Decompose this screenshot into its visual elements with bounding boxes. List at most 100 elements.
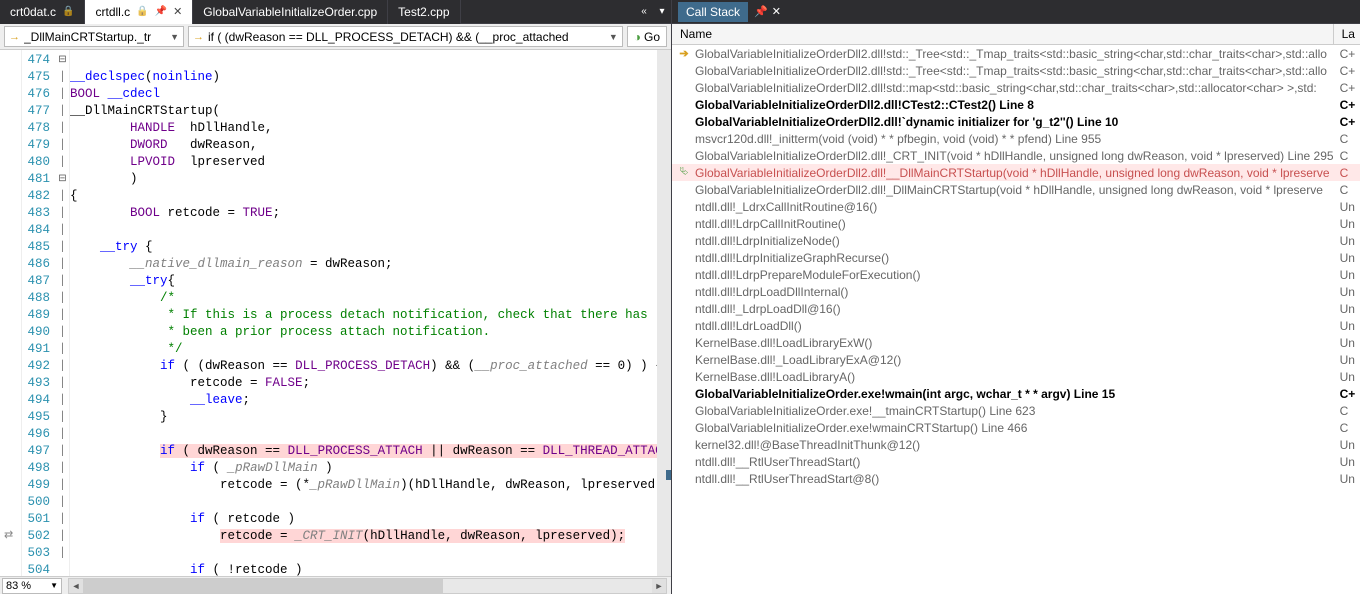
callstack-row[interactable]: ntdll.dll!LdrpInitializeNode()Un bbox=[672, 232, 1360, 249]
frame-name: GlobalVariableInitializeOrder.exe!wmainC… bbox=[693, 421, 1334, 435]
frame-name: ntdll.dll!_LdrpLoadDll@16() bbox=[693, 302, 1334, 316]
frame-name: GlobalVariableInitializeOrderDll2.dll!st… bbox=[693, 64, 1334, 78]
frame-lang: C+ bbox=[1334, 81, 1360, 95]
callstack-row[interactable]: GlobalVariableInitializeOrderDll2.dll!_C… bbox=[672, 147, 1360, 164]
delta-icon: ⇄ bbox=[4, 528, 13, 541]
frame-icon: ➔ bbox=[675, 47, 693, 60]
editor-area[interactable]: ⇄ 474 475 476 477 478 479 480 481 482 48… bbox=[0, 50, 671, 576]
col-lang[interactable]: La bbox=[1334, 24, 1360, 44]
callstack-row[interactable]: ntdll.dll!LdrpLoadDllInternal()Un bbox=[672, 283, 1360, 300]
frame-lang: C+ bbox=[1334, 98, 1360, 112]
tab-label: GlobalVariableInitializeOrder.cpp bbox=[203, 5, 377, 19]
frame-lang: C+ bbox=[1334, 387, 1360, 401]
callstack-row[interactable]: GlobalVariableInitializeOrderDll2.dll!_D… bbox=[672, 181, 1360, 198]
callstack-row[interactable]: GlobalVariableInitializeOrderDll2.dll!st… bbox=[672, 62, 1360, 79]
frame-name: msvcr120d.dll!_initterm(void (void) * * … bbox=[693, 132, 1334, 146]
tab-test2[interactable]: Test2.cpp bbox=[388, 0, 460, 24]
tab-label: Test2.cpp bbox=[398, 5, 449, 19]
callstack-row[interactable]: msvcr120d.dll!_initterm(void (void) * * … bbox=[672, 130, 1360, 147]
scroll-left-icon[interactable]: ◄ bbox=[69, 579, 83, 593]
frame-lang: C bbox=[1334, 149, 1360, 163]
callstack-row[interactable]: GlobalVariableInitializeOrderDll2.dll!st… bbox=[672, 79, 1360, 96]
tab-crtdll[interactable]: crtdll.c🔒📌✕ bbox=[85, 0, 193, 24]
scroll-thumb[interactable] bbox=[83, 579, 443, 593]
zoom-value: 83 % bbox=[6, 580, 31, 592]
col-name[interactable]: Name bbox=[672, 24, 1334, 44]
callstack-row[interactable]: ntdll.dll!LdrpCallInitRoutine()Un bbox=[672, 215, 1360, 232]
chevron-down-icon: ▼ bbox=[609, 32, 618, 42]
callstack-row[interactable]: ⮱GlobalVariableInitializeOrderDll2.dll!_… bbox=[672, 164, 1360, 181]
callstack-row[interactable]: GlobalVariableInitializeOrder.exe!wmain(… bbox=[672, 385, 1360, 402]
close-icon[interactable]: ✕ bbox=[173, 5, 182, 18]
line-numbers: 474 475 476 477 478 479 480 481 482 483 … bbox=[22, 50, 56, 576]
editor-status-bar: 83 %▼ ◄► bbox=[0, 576, 671, 594]
zoom-dropdown[interactable]: 83 % ▼ bbox=[2, 578, 62, 594]
frame-lang: Un bbox=[1334, 234, 1360, 248]
pin-icon[interactable]: 📌 bbox=[754, 5, 768, 18]
go-button[interactable]: ◑Go bbox=[627, 26, 667, 47]
callstack-row[interactable]: KernelBase.dll!LoadLibraryExW()Un bbox=[672, 334, 1360, 351]
tab-globalvar[interactable]: GlobalVariableInitializeOrder.cpp bbox=[193, 0, 388, 24]
tab-menu-icon[interactable]: ▾ bbox=[653, 6, 671, 17]
callstack-row[interactable]: ntdll.dll!_LdrpLoadDll@16()Un bbox=[672, 300, 1360, 317]
frame-name: KernelBase.dll!_LoadLibraryExA@12() bbox=[693, 353, 1334, 367]
frame-lang: Un bbox=[1334, 370, 1360, 384]
frame-lang: C bbox=[1334, 183, 1360, 197]
frame-lang: Un bbox=[1334, 336, 1360, 350]
frame-lang: Un bbox=[1334, 285, 1360, 299]
frame-name: ntdll.dll!LdrpInitializeGraphRecurse() bbox=[693, 251, 1334, 265]
callstack-row[interactable]: kernel32.dll!@BaseThreadInitThunk@12()Un bbox=[672, 436, 1360, 453]
nav-fn-text: if ( (dwReason == DLL_PROCESS_DETACH) &&… bbox=[208, 30, 605, 44]
tab-crt0dat[interactable]: crt0dat.c🔒 bbox=[0, 0, 85, 24]
callstack-row[interactable]: ntdll.dll!LdrLoadDll()Un bbox=[672, 317, 1360, 334]
callstack-row[interactable]: ➔GlobalVariableInitializeOrderDll2.dll!s… bbox=[672, 45, 1360, 62]
frame-name: GlobalVariableInitializeOrderDll2.dll!st… bbox=[693, 81, 1334, 95]
callstack-pane: Call Stack 📌 ✕ ▾ Name La ➔GlobalVariable… bbox=[672, 0, 1360, 594]
frame-lang: Un bbox=[1334, 472, 1360, 486]
frame-lang: Un bbox=[1334, 200, 1360, 214]
frame-name: KernelBase.dll!LoadLibraryA() bbox=[693, 370, 1334, 384]
callstack-row[interactable]: ntdll.dll!__RtlUserThreadStart@8()Un bbox=[672, 470, 1360, 487]
frame-lang: C+ bbox=[1334, 115, 1360, 129]
callstack-row[interactable]: ntdll.dll!__RtlUserThreadStart()Un bbox=[672, 453, 1360, 470]
frame-name: ntdll.dll!__RtlUserThreadStart@8() bbox=[693, 472, 1334, 486]
nav-bar: →_DllMainCRTStartup._tr▼ → if ( (dwReason… bbox=[0, 24, 671, 50]
lock-icon: 🔒 bbox=[136, 6, 148, 17]
go-icon: ◑ bbox=[634, 30, 641, 44]
scroll-right-icon[interactable]: ► bbox=[652, 579, 666, 593]
overview-ruler[interactable] bbox=[657, 50, 671, 576]
chevron-down-icon: ▼ bbox=[170, 32, 179, 42]
frame-name: kernel32.dll!@BaseThreadInitThunk@12() bbox=[693, 438, 1334, 452]
code-content[interactable]: __declspec(noinline) BOOL __cdecl __DllM… bbox=[70, 50, 657, 576]
callstack-row[interactable]: ntdll.dll!LdrpInitializeGraphRecurse()Un bbox=[672, 249, 1360, 266]
fold-column[interactable]: ⊟ │ │ │ │ │ │ ⊟ │ │ │ │ │ │ │ │ │ │ │ │ … bbox=[56, 50, 70, 576]
callstack-row[interactable]: GlobalVariableInitializeOrder.exe!__tmai… bbox=[672, 402, 1360, 419]
frame-lang: C bbox=[1334, 132, 1360, 146]
frame-name: ntdll.dll!LdrpCallInitRoutine() bbox=[693, 217, 1334, 231]
callstack-header: Call Stack 📌 ✕ ▾ bbox=[672, 0, 1360, 24]
callstack-row[interactable]: ntdll.dll!_LdrxCallInitRoutine@16()Un bbox=[672, 198, 1360, 215]
frame-name: GlobalVariableInitializeOrderDll2.dll!`d… bbox=[693, 115, 1334, 129]
breakpoint-gutter[interactable]: ⇄ bbox=[0, 50, 22, 576]
splitter-handle[interactable] bbox=[666, 470, 671, 480]
frame-icon: ⮱ bbox=[675, 166, 693, 179]
callstack-row[interactable]: KernelBase.dll!_LoadLibraryExA@12()Un bbox=[672, 351, 1360, 368]
horizontal-scrollbar[interactable]: ◄► bbox=[68, 578, 667, 594]
close-icon[interactable]: ✕ bbox=[772, 5, 781, 18]
frame-name: ntdll.dll!LdrpPrepareModuleForExecution(… bbox=[693, 268, 1334, 282]
tab-prev-icon[interactable]: « bbox=[635, 6, 653, 17]
callstack-row[interactable]: ntdll.dll!LdrpPrepareModuleForExecution(… bbox=[672, 266, 1360, 283]
callstack-row[interactable]: GlobalVariableInitializeOrder.exe!wmainC… bbox=[672, 419, 1360, 436]
nav-scope-dropdown[interactable]: →_DllMainCRTStartup._tr▼ bbox=[4, 26, 184, 47]
frame-lang: Un bbox=[1334, 455, 1360, 469]
lock-icon: 🔒 bbox=[62, 6, 74, 17]
chevron-down-icon: ▼ bbox=[50, 581, 58, 590]
callstack-row[interactable]: GlobalVariableInitializeOrderDll2.dll!CT… bbox=[672, 96, 1360, 113]
frame-lang: Un bbox=[1334, 251, 1360, 265]
member-icon: → bbox=[193, 31, 204, 43]
nav-fn-dropdown[interactable]: → if ( (dwReason == DLL_PROCESS_DETACH) &… bbox=[188, 26, 623, 47]
pin-icon[interactable]: 📌 bbox=[155, 6, 167, 17]
callstack-row[interactable]: GlobalVariableInitializeOrderDll2.dll!`d… bbox=[672, 113, 1360, 130]
callstack-body[interactable]: ➔GlobalVariableInitializeOrderDll2.dll!s… bbox=[672, 45, 1360, 594]
callstack-row[interactable]: KernelBase.dll!LoadLibraryA()Un bbox=[672, 368, 1360, 385]
